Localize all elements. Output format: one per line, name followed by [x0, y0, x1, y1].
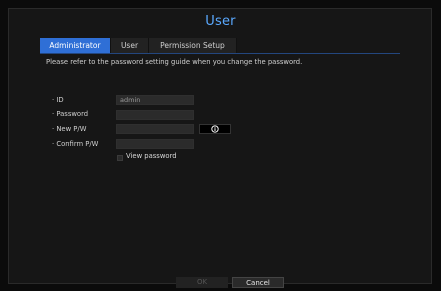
tab-permission-setup[interactable]: Permission Setup: [149, 38, 237, 53]
password-field[interactable]: [116, 110, 194, 120]
tab-underline: [40, 53, 400, 54]
ok-button[interactable]: OK: [176, 277, 228, 288]
confirm-password-field[interactable]: [116, 139, 194, 149]
info-icon: [211, 125, 219, 133]
dialog-title: User: [205, 14, 236, 29]
cancel-button[interactable]: Cancel: [232, 277, 284, 288]
password-label: · Password: [52, 110, 89, 118]
new-password-field[interactable]: [116, 124, 194, 134]
tab-bar: Administrator User Permission Setup: [40, 38, 237, 53]
password-info-button[interactable]: [199, 124, 231, 134]
new-password-label: · New P/W: [52, 125, 87, 133]
view-password-checkbox[interactable]: [117, 155, 123, 161]
password-guide-text: Please refer to the password setting gui…: [46, 58, 303, 66]
id-field[interactable]: admin: [116, 95, 194, 105]
id-label: · ID: [52, 96, 64, 104]
tab-administrator[interactable]: Administrator: [40, 38, 111, 53]
view-password-label: View password: [126, 152, 177, 160]
confirm-password-label: · Confirm P/W: [52, 140, 99, 148]
tab-user[interactable]: User: [111, 38, 149, 53]
